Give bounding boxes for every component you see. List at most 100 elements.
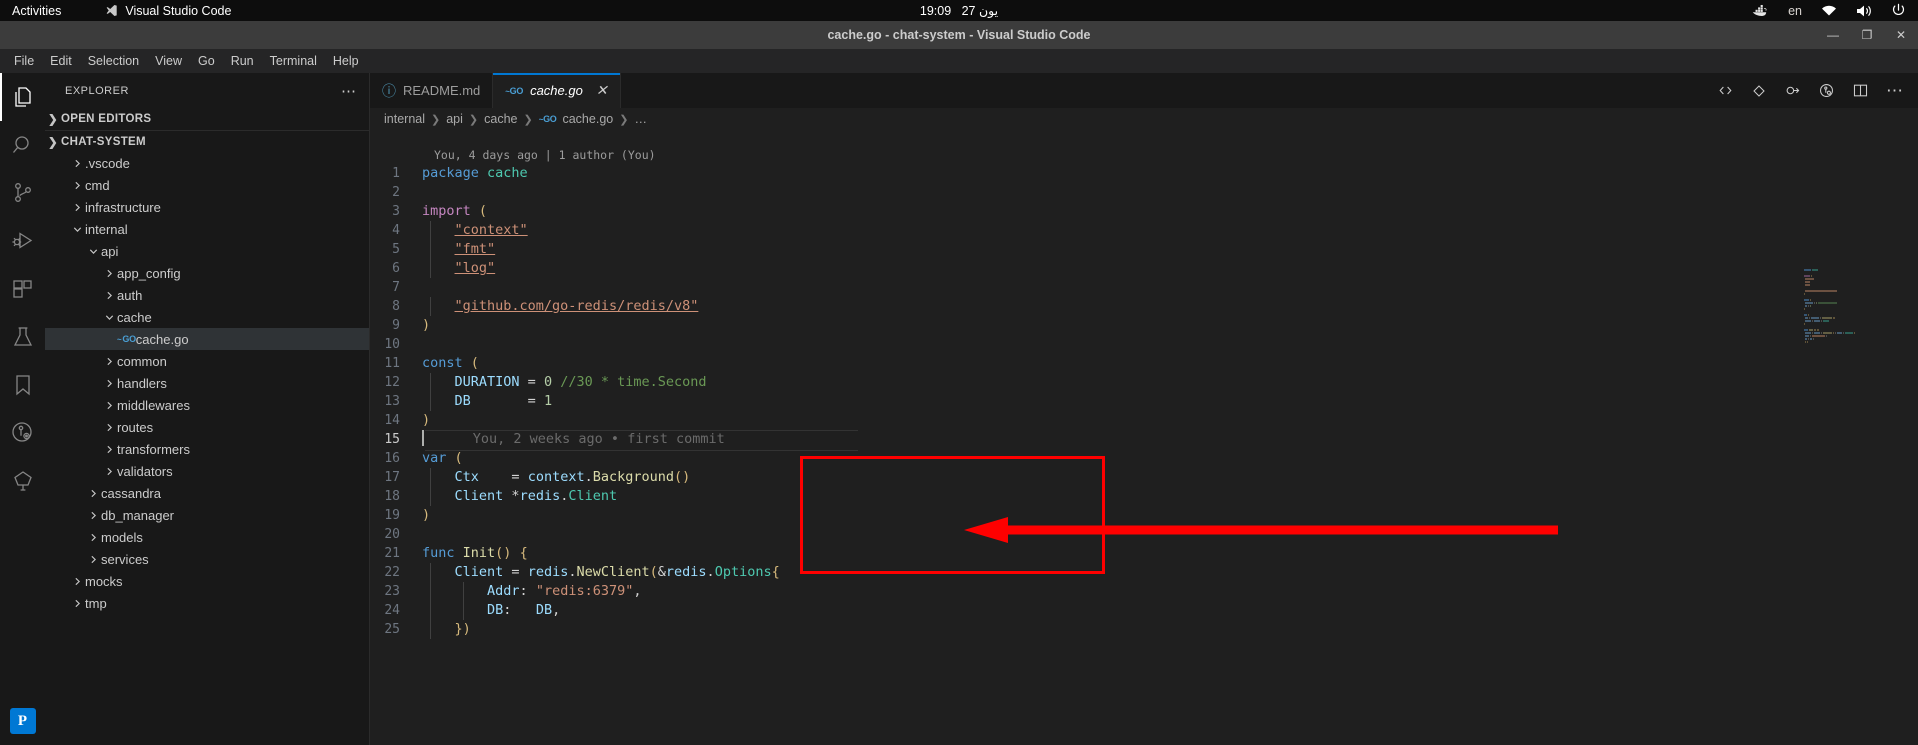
run-with-debug-icon[interactable] — [1784, 82, 1801, 99]
activity-run-and-debug[interactable] — [0, 217, 45, 265]
tree-folder-transformers[interactable]: transformers — [45, 438, 369, 460]
editor-minimap[interactable] — [1804, 269, 1904, 639]
code-line[interactable]: 9) — [370, 316, 1918, 335]
tree-folder-services[interactable]: services — [45, 548, 369, 570]
code-line[interactable]: 6 "log" — [370, 259, 1918, 278]
code-line[interactable]: 12 DURATION = 0 //30 * time.Second — [370, 373, 1918, 392]
tree-folder-tmp[interactable]: tmp — [45, 592, 369, 614]
menu-go[interactable]: Go — [190, 51, 223, 71]
code-token: { — [519, 545, 528, 561]
tree-folder-models[interactable]: models — [45, 526, 369, 548]
code-line[interactable]: 22 Client = redis.NewClient(&redis.Optio… — [370, 563, 1918, 582]
menu-file[interactable]: File — [6, 51, 42, 71]
gitlens-icon[interactable] — [1818, 82, 1835, 99]
menu-view[interactable]: View — [147, 51, 190, 71]
section-workspace[interactable]: ❯ CHAT-SYSTEM — [45, 130, 369, 152]
tree-folder-infrastructure[interactable]: infrastructure — [45, 196, 369, 218]
breadcrumb-segment[interactable]: cache.go — [562, 112, 613, 126]
code-line[interactable]: 7 — [370, 278, 1918, 297]
code-line[interactable]: 15 You, 2 weeks ago • first commit — [370, 430, 1918, 451]
menu-terminal[interactable]: Terminal — [262, 51, 325, 71]
tree-folder-cmd[interactable]: cmd — [45, 174, 369, 196]
breadcrumb-segment[interactable]: cache — [484, 112, 517, 126]
code-line[interactable]: 20 — [370, 525, 1918, 544]
code-line[interactable]: 5 "fmt" — [370, 240, 1918, 259]
more-actions-icon[interactable]: ⋯ — [1886, 81, 1904, 101]
tree-folder-db_manager[interactable]: db_manager — [45, 504, 369, 526]
run-icon[interactable] — [1751, 83, 1767, 99]
tree-folder-common[interactable]: common — [45, 350, 369, 372]
activity-gitlens[interactable] — [0, 409, 45, 457]
tree-folder-.vscode[interactable]: .vscode — [45, 152, 369, 174]
code-line[interactable]: 10 — [370, 335, 1918, 354]
menu-run[interactable]: Run — [223, 51, 262, 71]
tree-folder-cache[interactable]: cache — [45, 306, 369, 328]
code-line[interactable]: 19) — [370, 506, 1918, 525]
menu-help[interactable]: Help — [325, 51, 367, 71]
code-line[interactable]: 24 DB: DB, — [370, 601, 1918, 620]
tree-folder-api[interactable]: api — [45, 240, 369, 262]
menu-edit[interactable]: Edit — [42, 51, 80, 71]
code-editor[interactable]: You, 4 days ago | 1 author (You) 1 packag… — [370, 147, 1918, 745]
explorer-more-actions[interactable]: ⋯ — [341, 82, 357, 100]
code-line[interactable]: 1 package cache — [370, 164, 1918, 183]
activity-source-control[interactable] — [0, 169, 45, 217]
code-line[interactable]: 21 func Init() { — [370, 544, 1918, 563]
code-token: , — [552, 602, 561, 618]
breadcrumb-segment[interactable]: … — [634, 112, 647, 126]
tab-cache.go[interactable]: GO cache.go ✕ — [493, 73, 621, 108]
tree-folder-validators[interactable]: validators — [45, 460, 369, 482]
tree-folder-handlers[interactable]: handlers — [45, 372, 369, 394]
line-number: 4 — [392, 223, 400, 238]
tree-folder-cassandra[interactable]: cassandra — [45, 482, 369, 504]
minimize-button[interactable]: — — [1816, 21, 1850, 49]
tree-folder-routes[interactable]: routes — [45, 416, 369, 438]
breadcrumb-segment[interactable]: internal — [384, 112, 425, 126]
code-text: You, 2 weeks ago • first commit — [414, 430, 725, 449]
code-line[interactable]: 4 "context" — [370, 221, 1918, 240]
code-line[interactable]: 18 Client *redis.Client — [370, 487, 1918, 506]
os-clock[interactable]: 19:09 27 يون — [0, 3, 1918, 18]
code-line[interactable]: 3 import ( — [370, 202, 1918, 221]
menu-selection[interactable]: Selection — [80, 51, 147, 71]
tree-file-cache.go[interactable]: GOcache.go — [45, 328, 369, 350]
code-line[interactable]: 14) — [370, 411, 1918, 430]
minimap-line — [1804, 341, 1904, 343]
code-line[interactable]: 11 const ( — [370, 354, 1918, 373]
activity-project-badge[interactable]: P — [0, 697, 45, 745]
code-line[interactable]: 8 "github.com/go-redis/redis/v8" — [370, 297, 1918, 316]
activity-explorer[interactable] — [0, 73, 45, 121]
code-line[interactable]: 23 Addr: "redis:6379", — [370, 582, 1918, 601]
activity-search[interactable] — [0, 121, 45, 169]
activity-extensions[interactable] — [0, 265, 45, 313]
tree-folder-auth[interactable]: auth — [45, 284, 369, 306]
split-terminal-icon[interactable] — [1717, 82, 1734, 99]
tree-folder-internal[interactable]: internal — [45, 218, 369, 240]
code-line[interactable]: 25 }) — [370, 620, 1918, 639]
keyboard-layout-indicator[interactable]: en — [1788, 4, 1802, 18]
breadcrumb-segment[interactable]: api — [446, 112, 463, 126]
volume-icon[interactable] — [1856, 4, 1872, 18]
code-line[interactable]: 13 DB = 1 — [370, 392, 1918, 411]
tab-close-icon[interactable]: ✕ — [596, 82, 608, 99]
tree-folder-mocks[interactable]: mocks — [45, 570, 369, 592]
section-open-editors[interactable]: ❯ OPEN EDITORS — [45, 108, 369, 130]
code-line[interactable]: 2 — [370, 183, 1918, 202]
tree-folder-middlewares[interactable]: middlewares — [45, 394, 369, 416]
split-editor-icon[interactable] — [1852, 82, 1869, 99]
tab-README.md[interactable]: ⓘ README.md — [370, 73, 494, 108]
code-line[interactable]: 16 var ( — [370, 449, 1918, 468]
power-icon[interactable] — [1891, 3, 1906, 18]
wifi-icon[interactable] — [1821, 4, 1837, 17]
code-line[interactable]: 17 Ctx = context.Background() — [370, 468, 1918, 487]
maximize-button[interactable]: ❐ — [1850, 21, 1884, 49]
extensions-icon — [12, 280, 32, 298]
activity-bookmarks[interactable] — [0, 361, 45, 409]
activity-testing[interactable] — [0, 313, 45, 361]
docker-icon[interactable] — [1752, 4, 1769, 17]
activity-todo-tree[interactable] — [0, 457, 45, 505]
tree-folder-app_config[interactable]: app_config — [45, 262, 369, 284]
close-button[interactable]: ✕ — [1884, 21, 1918, 49]
tab-label: README.md — [403, 83, 481, 98]
